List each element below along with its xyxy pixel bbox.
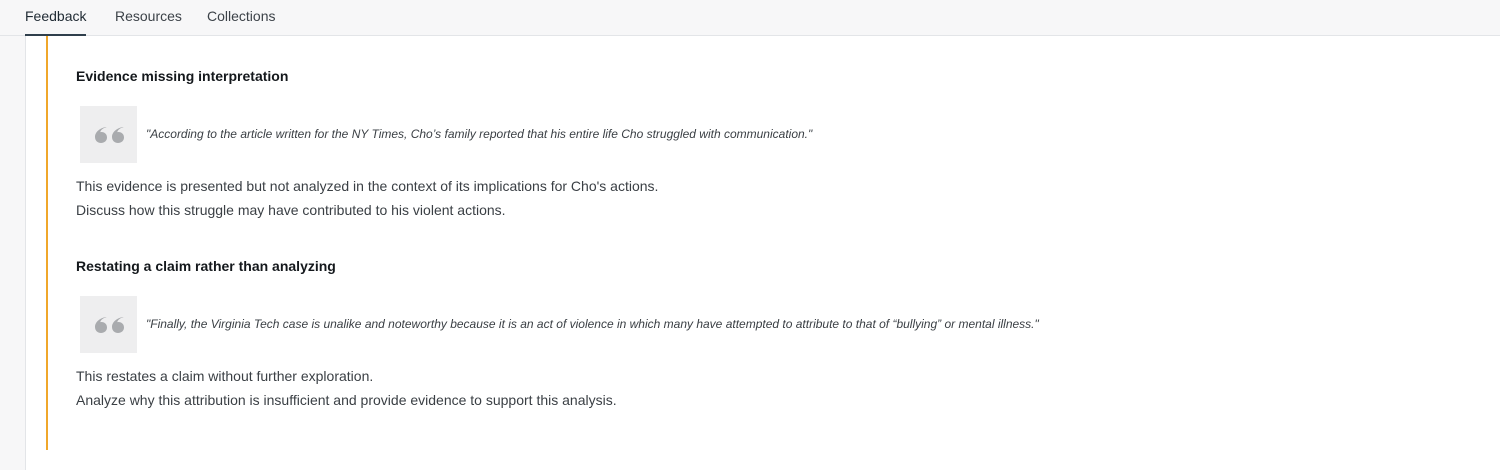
comment-line: This restates a claim without further ex… [76, 368, 374, 384]
feedback-item: Evidence missing interpretation "Accordi… [76, 67, 812, 222]
comment-list: This restates a claim without further ex… [76, 364, 617, 412]
comment-list: This evidence is presented but not analy… [76, 174, 658, 222]
feedback-item-title: Evidence missing interpretation [76, 68, 289, 84]
tab-resources[interactable]: Resources [115, 0, 182, 36]
tab-feedback[interactable]: Feedback [25, 0, 87, 36]
quote-icon [80, 296, 137, 353]
comment-line: This evidence is presented but not analy… [76, 178, 659, 194]
comment-line: Analyze why this attribution is insuffic… [76, 392, 617, 408]
feedback-item: Restating a claim rather than analyzing … [76, 257, 1039, 412]
quote-row: "Finally, the Virginia Tech case is unal… [76, 296, 1039, 353]
quote-row: "According to the article written for th… [76, 106, 812, 163]
tab-bar: Feedback Resources Collections [0, 0, 1500, 36]
quote-icon [80, 106, 137, 163]
comment-line: Discuss how this struggle may have contr… [76, 202, 506, 218]
quote-text: "According to the article written for th… [146, 127, 813, 141]
feedback-panel: Evidence missing interpretation "Accordi… [25, 36, 1500, 470]
feedback-item-title: Restating a claim rather than analyzing [76, 258, 336, 274]
tab-collections[interactable]: Collections [207, 0, 275, 36]
accent-bar [46, 36, 48, 450]
quote-text: "Finally, the Virginia Tech case is unal… [146, 317, 1039, 331]
